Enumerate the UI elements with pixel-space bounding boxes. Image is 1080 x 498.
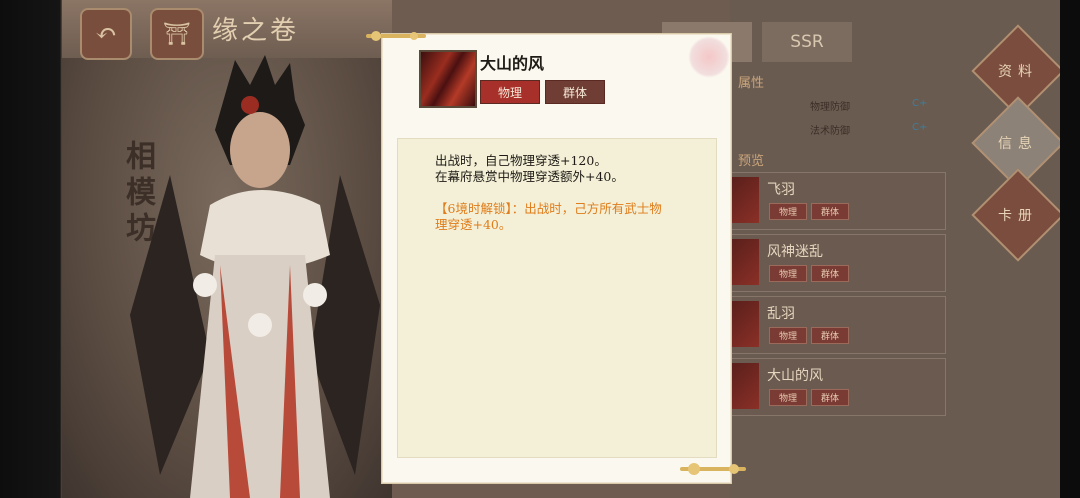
skill-list-item[interactable]: 乱羽 物理 群体 [730,296,946,354]
skill-icon [419,50,477,108]
info-button-label: 信息 [998,136,1038,152]
skill-list-name: 乱羽 [767,306,795,322]
skill-description-box [397,138,717,458]
skill-thumb-icon [731,301,759,347]
skill-list-item[interactable]: 风神迷乱 物理 群体 [730,234,946,292]
skill-tag-group: 群体 [811,389,849,406]
skill-thumb-icon [731,363,759,409]
popup-ornament-icon [680,463,746,475]
skill-tag-group: 群体 [811,265,849,282]
tag-group: 群体 [545,80,605,104]
skill-list-name: 大山的风 [767,368,823,384]
skill-description-line: 在幕府悬赏中物理穿透额外+40。 [435,169,624,184]
skill-list: 飞羽 物理 群体 风神迷乱 物理 群体 乱羽 物理 群体 大山的风 物理 群体 [730,172,946,420]
screen-edge [1060,0,1080,498]
attributes-panel: 物理防御 C+ 法术防御 C+ [730,92,940,144]
shrine-icon: ⛩ [163,21,191,47]
skill-thumb-icon [731,177,759,223]
tab-ssr[interactable]: SSR [762,22,852,62]
game-screen: ↶ ⛩ 缘之卷 相模坊 SSR 属性 物理防御 C+ 法术防御 C+ 预览 飞羽 [0,0,1080,498]
popup-ornament-icon [366,31,426,41]
skill-list-name: 风神迷乱 [767,244,823,260]
skill-list-item[interactable]: 大山的风 物理 群体 [730,358,946,416]
skill-list-item[interactable]: 飞羽 物理 群体 [730,172,946,230]
page-title: 缘之卷 [212,16,300,46]
card-album-button-label: 卡册 [998,208,1038,224]
character-illustration [130,55,380,498]
flower-decoration-icon [688,36,730,78]
skill-tag-physical: 物理 [769,265,807,282]
attributes-label: 属性 [738,76,765,91]
skill-thumb-icon [731,239,759,285]
skill-tag-group: 群体 [811,203,849,220]
skill-name: 大山的风 [480,54,545,73]
skill-tag-physical: 物理 [769,203,807,220]
unlock-description-line: 理穿透+40。 [435,217,512,232]
skill-tag-physical: 物理 [769,327,807,344]
stat-grade-magic-def: C+ [912,122,928,133]
back-button[interactable]: ↶ [80,8,132,60]
skill-tag-group: 群体 [811,327,849,344]
back-arrow-icon: ↶ [95,19,117,49]
stat-grade-phys-def: C+ [912,98,928,109]
profile-button-label: 资料 [998,64,1038,80]
tag-physical: 物理 [480,80,540,104]
skill-tag-physical: 物理 [769,389,807,406]
stat-label-phys-def: 物理防御 [810,102,850,113]
skill-preview-label: 预览 [738,154,765,169]
home-button[interactable]: ⛩ [150,8,204,60]
stat-label-magic-def: 法术防御 [810,126,850,137]
skill-list-name: 飞羽 [767,182,795,198]
